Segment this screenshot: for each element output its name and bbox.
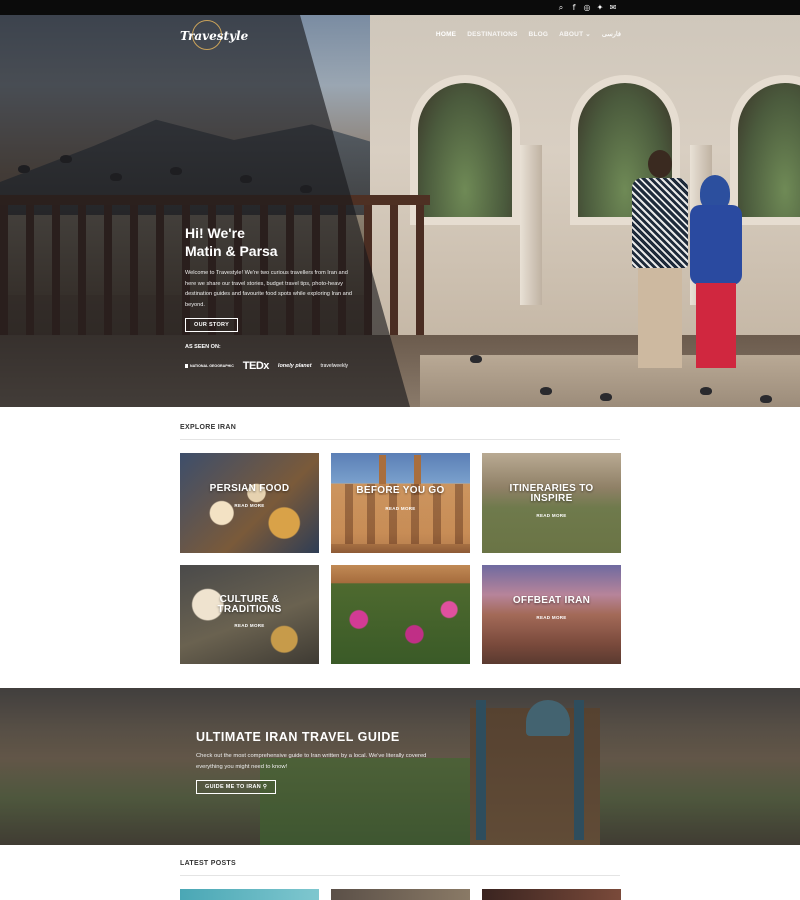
read-more-link[interactable]: READ MORE	[482, 615, 621, 620]
national-geographic-logo: NATIONAL GEOGRAPHIC	[185, 364, 234, 368]
man-sweater	[632, 178, 688, 268]
hero-man	[630, 150, 690, 375]
guide-content: ULTIMATE IRAN TRAVEL GUIDE Check out the…	[196, 730, 436, 794]
hero-section	[0, 15, 800, 407]
tedx-logo: TEDx	[242, 360, 270, 372]
nav-farsi[interactable]: فارسی	[602, 30, 621, 38]
facebook-icon[interactable]: f	[570, 2, 578, 13]
guide-me-label: GUIDE ME TO IRAN	[205, 784, 262, 790]
woman-top	[690, 205, 742, 285]
guide-title: ULTIMATE IRAN TRAVEL GUIDE	[196, 730, 400, 744]
guide-me-button[interactable]: GUIDE ME TO IRAN ⚲	[196, 780, 277, 794]
instagram-icon[interactable]: ◎	[583, 2, 591, 13]
as-seen-on-label: AS SEEN ON:	[185, 344, 221, 350]
nav-about-label: ABOUT	[559, 31, 584, 38]
chevron-down-icon: ⌄	[585, 31, 591, 38]
travelweekly-logo: travelweekly	[320, 363, 349, 369]
hero-intro: Hi! We're Matin & Parsa Welcome to Trave…	[185, 224, 355, 372]
tile-culture-traditions[interactable]: CULTURE & TRADITIONS READ MORE	[180, 565, 319, 664]
nav-destinations[interactable]: DESTINATIONS	[467, 31, 517, 38]
twitter-icon[interactable]: ✦	[596, 2, 604, 13]
our-story-button[interactable]: OUR STORY	[185, 318, 239, 332]
hero-title-line2: Matin & Parsa	[185, 243, 278, 259]
pigeon	[470, 355, 482, 363]
woman-trousers	[696, 283, 736, 368]
tile-persian-food[interactable]: PERSIAN FOOD READ MORE	[180, 453, 319, 553]
tile-title: PERSIAN FOOD	[209, 483, 290, 494]
press-logos: NATIONAL GEOGRAPHIC TEDx lonely planet t…	[185, 360, 355, 372]
tile-offbeat-iran[interactable]: OFFBEAT IRAN READ MORE	[482, 565, 621, 664]
logo-text: Travestyle	[180, 29, 249, 43]
email-icon[interactable]: ✉	[609, 2, 617, 13]
pigeon	[700, 387, 712, 395]
pigeon	[600, 393, 612, 401]
main-nav: HOME DESTINATIONS BLOG ABOUT ⌄ فارسی	[436, 30, 621, 39]
man-head	[648, 150, 672, 178]
tile-title: CULTURE & TRADITIONS	[217, 594, 282, 615]
search-icon[interactable]: ⌕	[557, 2, 565, 13]
read-more-link[interactable]: READ MORE	[180, 503, 319, 508]
latest-posts-grid	[180, 889, 621, 900]
tile-before-you-go[interactable]: BEFORE YOU GO READ MORE	[331, 453, 470, 553]
hero-pillar	[520, 145, 542, 305]
lonely-planet-logo: lonely planet	[277, 363, 312, 369]
tile-itineraries[interactable]: ITINERARIES TO INSPIRE READ MORE	[482, 453, 621, 553]
explore-iran-heading: EXPLORE IRAN	[180, 424, 620, 440]
tile-title: BEFORE YOU GO	[356, 485, 445, 496]
latest-posts-heading: LATEST POSTS	[180, 860, 620, 876]
pigeon	[540, 387, 552, 395]
tile-title: OFFBEAT IRAN	[512, 595, 591, 606]
hero-description: Welcome to Travestyle! We're two curious…	[185, 270, 352, 308]
tile-flowers[interactable]	[331, 565, 470, 664]
pigeon	[760, 395, 772, 403]
nav-home[interactable]: HOME	[436, 31, 456, 38]
read-more-link[interactable]: READ MORE	[180, 623, 319, 628]
hero-woman	[690, 175, 742, 375]
man-trousers	[638, 268, 682, 368]
hero-title: Hi! We're Matin & Parsa	[185, 224, 355, 260]
post-thumbnail[interactable]	[482, 889, 621, 900]
post-thumbnail[interactable]	[331, 889, 470, 900]
top-bar: ⌕ f ◎ ✦ ✉	[0, 0, 800, 15]
site-logo[interactable]: Travestyle	[180, 20, 249, 52]
tile-title: ITINERARIES TO INSPIRE	[509, 483, 594, 504]
read-more-link[interactable]: READ MORE	[331, 506, 470, 511]
guide-description: Check out the most comprehensive guide t…	[196, 753, 427, 770]
map-pin-icon: ⚲	[262, 784, 268, 790]
hero-title-line1: Hi! We're	[185, 225, 245, 241]
read-more-link[interactable]: READ MORE	[482, 513, 621, 518]
top-bar-icons: ⌕ f ◎ ✦ ✉	[557, 2, 617, 13]
nav-about[interactable]: ABOUT ⌄	[559, 30, 591, 38]
post-thumbnail[interactable]	[180, 889, 319, 900]
nav-blog[interactable]: BLOG	[529, 31, 549, 38]
